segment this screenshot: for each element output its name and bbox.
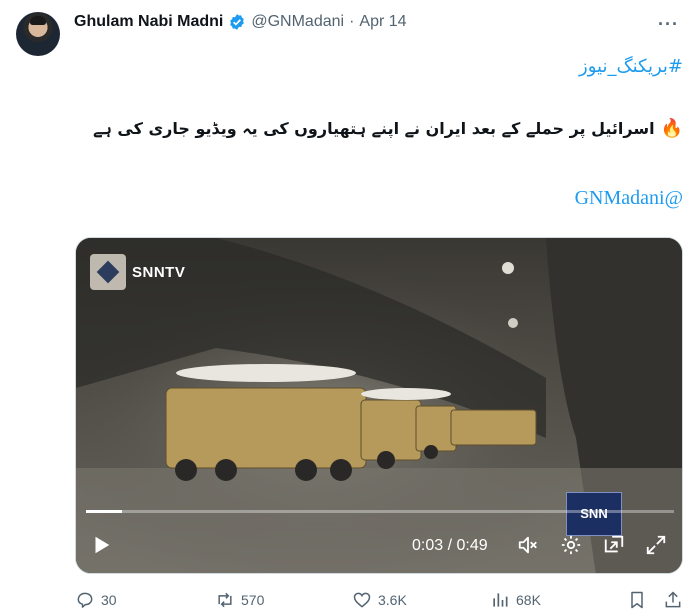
bookmark-button[interactable] [627,590,647,610]
repost-count: 570 [241,592,265,608]
snntv-logo-icon [90,254,126,290]
views-icon [493,593,508,607]
views-count: 68K [516,592,541,608]
author-handle[interactable]: @GNMadani [251,13,344,31]
reply-icon [77,592,93,608]
snn-corner-logo: SNN [566,492,622,536]
heart-icon [353,592,371,608]
pip-icon[interactable] [603,534,625,556]
tweet-text: 🔥 اسرائیل پر حملے کے بعد ایران نے اپنے ہ… [93,118,683,139]
share-button[interactable] [663,590,683,610]
hashtag-link[interactable]: #بریکنگ_نیوز [579,56,683,77]
share-icon [665,591,681,608]
reply-count: 30 [101,592,117,608]
bookmark-icon [631,591,643,609]
fire-emoji-icon: 🔥 [660,118,683,139]
like-count: 3.6K [378,592,407,608]
mention-link[interactable]: GNMadani@ [575,187,683,210]
repost-button[interactable]: 570 [215,590,264,610]
video-progress-bar[interactable] [86,510,674,513]
like-button[interactable]: 3.6K [352,590,407,610]
video-watermark: SNNTV [90,254,185,290]
video-progress-fill [86,510,122,513]
user-avatar[interactable] [16,12,60,56]
reply-button[interactable]: 30 [75,590,117,610]
video-time: 0:03 / 0:49 [412,537,488,554]
video-player[interactable]: SNNTV SNN 0:03 / 0:49 [75,237,683,574]
play-icon[interactable] [90,534,112,556]
fullscreen-icon[interactable] [645,534,667,556]
separator-dot: · [349,13,355,30]
more-options-icon[interactable]: ··· [658,14,679,35]
volume-icon[interactable] [517,534,539,556]
repost-icon [218,592,232,608]
tweet-date[interactable]: Apr 14 [359,13,406,31]
views-button[interactable]: 68K [490,590,541,610]
author-name[interactable]: Ghulam Nabi Madni [74,13,223,31]
verified-badge-icon [230,14,245,30]
settings-icon[interactable] [560,534,582,556]
tweet-header: Ghulam Nabi Madni @GNMadani · Apr 14 [74,13,407,31]
tweet-body: اسرائیل پر حملے کے بعد ایران نے اپنے ہتھ… [93,119,655,138]
